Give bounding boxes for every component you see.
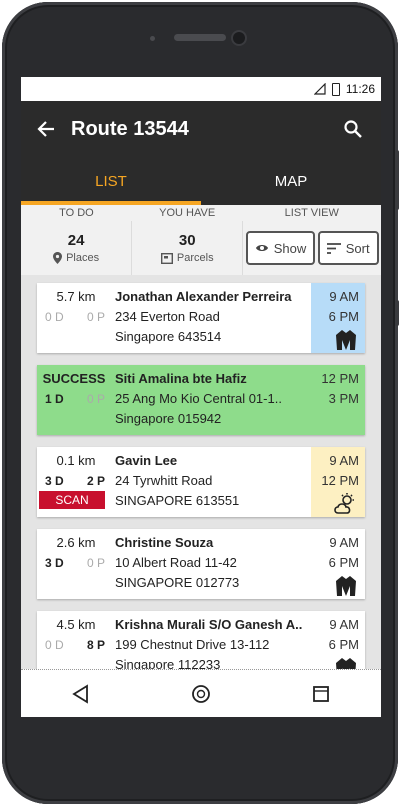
stop-address: 234 Everton Road (115, 309, 220, 324)
time-from: 9 AM (329, 453, 359, 468)
sort-label: Sort (345, 240, 370, 256)
jacket-icon (336, 576, 356, 596)
stop-list: 5.7 km 0 D 0 P Jonathan Alexander Perreir… (21, 275, 381, 717)
proximity-sensor (150, 36, 155, 41)
tab-list[interactable]: LIST (21, 157, 201, 205)
list-item[interactable]: SUCCESS 1 D 0 P Siti Amalina bte Hafiz 25… (37, 365, 365, 435)
stop-city: SINGAPORE 613551 (115, 493, 240, 508)
time-to: 6 PM (328, 555, 359, 570)
square-recents-icon (313, 685, 329, 702)
clock: 11:26 (345, 82, 375, 96)
front-camera (233, 32, 245, 44)
stop-address: 10 Albert Road 11-42 (115, 555, 237, 570)
nav-recents-button[interactable] (301, 674, 341, 714)
delivery-count: 1 D (45, 392, 64, 406)
stop-distance: 4.5 km (56, 617, 96, 632)
power-button (395, 300, 399, 326)
system-nav-bar (21, 669, 381, 717)
parcel-icon (160, 252, 173, 264)
stop-distance: 0.1 km (56, 453, 96, 468)
page-title: Route 13544 (71, 117, 189, 140)
screen: 11:26 Route 13544 LIST MAP TO DO YOU HAV… (21, 77, 381, 717)
list-view-actions: Show Sort (243, 221, 381, 275)
jacket-icon (336, 330, 356, 350)
sort-icon (326, 242, 341, 254)
search-icon (344, 120, 362, 138)
places-stat: 24 Places (21, 221, 133, 275)
stop-distance: 5.7 km (56, 289, 96, 304)
pickup-count: 2 P (86, 474, 105, 488)
triangle-back-icon (72, 683, 88, 704)
status-bar: 11:26 (21, 77, 381, 101)
delivery-count: 3 D (45, 474, 64, 488)
back-button[interactable] (21, 101, 71, 157)
time-window: 9 AM 6 PM (311, 529, 365, 599)
time-from: 9 AM (329, 617, 359, 632)
you-have-header: YOU HAVE (159, 207, 216, 219)
app-bar: Route 13544 (21, 101, 381, 157)
stop-address: 24 Tyrwhitt Road (115, 473, 213, 488)
places-label: Places (66, 252, 100, 264)
time-window: 9 AM 6 PM (311, 283, 365, 353)
time-from: 9 AM (329, 289, 359, 304)
pickup-count: 0 P (86, 556, 105, 570)
places-count: 24 (67, 232, 85, 249)
stop-name: Christine Souza (115, 535, 214, 550)
stop-city: Singapore 643514 (115, 329, 222, 344)
list-item[interactable]: 2.6 km 3 D 0 P Christine Souza 10 Albert … (37, 529, 365, 599)
stop-city: Singapore 015942 (115, 411, 222, 426)
list-view-header: LIST VIEW (284, 207, 339, 219)
time-from: 9 AM (329, 535, 359, 550)
time-to: 6 PM (328, 309, 359, 324)
list-item[interactable]: 0.1 km 3 D 2 P SCAN Gavin Lee 24 Tyrwhitt… (37, 447, 365, 517)
parcels-stat: 30 Parcels (132, 221, 244, 275)
time-to: 6 PM (328, 637, 359, 652)
time-from: 12 PM (321, 371, 359, 386)
stop-address: 25 Ang Mo Kio Central 01-1.. (115, 391, 282, 406)
pickup-count: 8 P (86, 638, 105, 652)
show-button[interactable]: Show (245, 231, 316, 265)
speaker-grill (174, 34, 226, 41)
search-button[interactable] (325, 101, 381, 157)
to-do-header: TO DO (59, 207, 94, 219)
stop-name: Gavin Lee (115, 453, 178, 468)
arrow-left-icon (37, 121, 54, 137)
list-item[interactable]: 5.7 km 0 D 0 P Jonathan Alexander Perreir… (37, 283, 365, 353)
tab-bar: LIST MAP (21, 157, 381, 205)
stop-name: Jonathan Alexander Perreira (115, 289, 292, 304)
pin-icon (53, 252, 63, 264)
scan-button[interactable]: SCAN (39, 491, 105, 509)
delivery-count: 0 D (45, 638, 64, 652)
time-to: 3 PM (328, 391, 359, 406)
stop-city: SINGAPORE 012773 (115, 575, 240, 590)
stop-name: Siti Amalina bte Hafiz (115, 371, 247, 386)
sort-button[interactable]: Sort (317, 231, 379, 265)
nav-home-button[interactable] (181, 674, 221, 714)
show-label: Show (273, 240, 307, 256)
tab-map[interactable]: MAP (201, 157, 381, 205)
delivery-count: 0 D (45, 310, 64, 324)
eye-icon (255, 245, 268, 251)
pickup-count: 0 P (86, 310, 105, 324)
time-window: 12 PM 3 PM (311, 365, 365, 435)
parcels-count: 30 (178, 232, 196, 249)
partly-cloudy-icon (334, 493, 354, 514)
battery-icon (331, 82, 340, 96)
signal-icon (313, 83, 326, 95)
delivery-count: 3 D (45, 556, 64, 570)
time-window: 9 AM 12 PM (311, 447, 365, 517)
volume-button (395, 150, 399, 210)
stop-distance: 2.6 km (56, 535, 96, 550)
pickup-count: 0 P (86, 392, 105, 406)
stop-address: 199 Chestnut Drive 13-112 (115, 637, 270, 652)
summary-panel: TO DO YOU HAVE LIST VIEW 24 Places 30 Pa… (21, 205, 381, 275)
nav-back-button[interactable] (61, 674, 101, 714)
stop-name: Krishna Murali S/O Ganesh A.. (115, 617, 303, 632)
parcels-label: Parcels (176, 252, 214, 264)
circle-home-icon (192, 684, 210, 703)
time-to: 12 PM (321, 473, 359, 488)
stop-status: SUCCESS (42, 371, 106, 386)
